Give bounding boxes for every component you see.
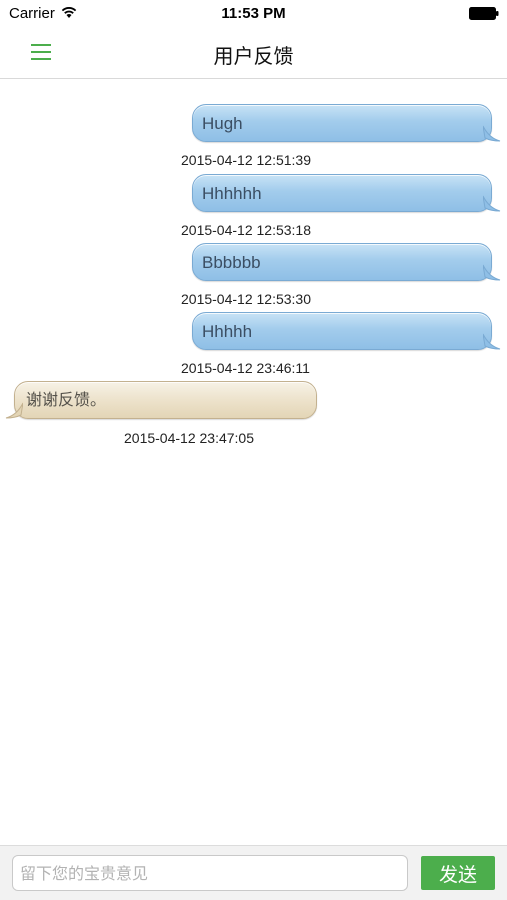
clock: 11:53 PM: [221, 5, 286, 22]
message-bubble-outgoing: Bbbbbb: [192, 243, 501, 281]
message-text: Hhhhhh: [202, 184, 262, 203]
message-bubble-incoming: 谢谢反馈。: [5, 381, 317, 419]
message-text: Bbbbbb: [202, 253, 261, 272]
bubble-tail: [483, 264, 501, 281]
feedback-input[interactable]: [12, 855, 408, 891]
bubble-tail: [5, 402, 23, 419]
message-timestamp: 2015-04-12 23:47:05: [124, 430, 254, 446]
bubble-tail: [483, 125, 501, 142]
message-bubble-outgoing: Hhhhh: [192, 312, 501, 350]
feedback-screen: Carrier 11:53 PM 用户反馈 Hugh 2015-04-12 12…: [0, 0, 507, 900]
compose-bar: 发送: [0, 845, 507, 900]
battery-icon: [469, 7, 499, 20]
message-text: Hugh: [202, 114, 243, 133]
message-timestamp: 2015-04-12 23:46:11: [181, 360, 310, 376]
message-text: Hhhhh: [202, 322, 253, 341]
message-timestamp: 2015-04-12 12:53:18: [181, 222, 311, 238]
message-timestamp: 2015-04-12 12:53:30: [181, 291, 311, 307]
message-bubble-outgoing: Hhhhhh: [192, 174, 501, 212]
page-title: 用户反馈: [213, 46, 294, 68]
send-button[interactable]: 发送: [421, 856, 495, 890]
message-timestamp: 2015-04-12 12:51:39: [181, 152, 311, 168]
message-bubble-outgoing: Hugh: [192, 104, 501, 142]
message-text: 谢谢反馈。: [26, 392, 107, 409]
navigation-bar: 用户反馈: [0, 28, 507, 79]
bubble-tail: [483, 195, 501, 212]
status-bar: Carrier 11:53 PM: [0, 0, 507, 28]
bubble-tail: [483, 333, 501, 350]
message-list: Hugh 2015-04-12 12:51:39 Hhhhhh 2015-04-…: [0, 79, 507, 845]
